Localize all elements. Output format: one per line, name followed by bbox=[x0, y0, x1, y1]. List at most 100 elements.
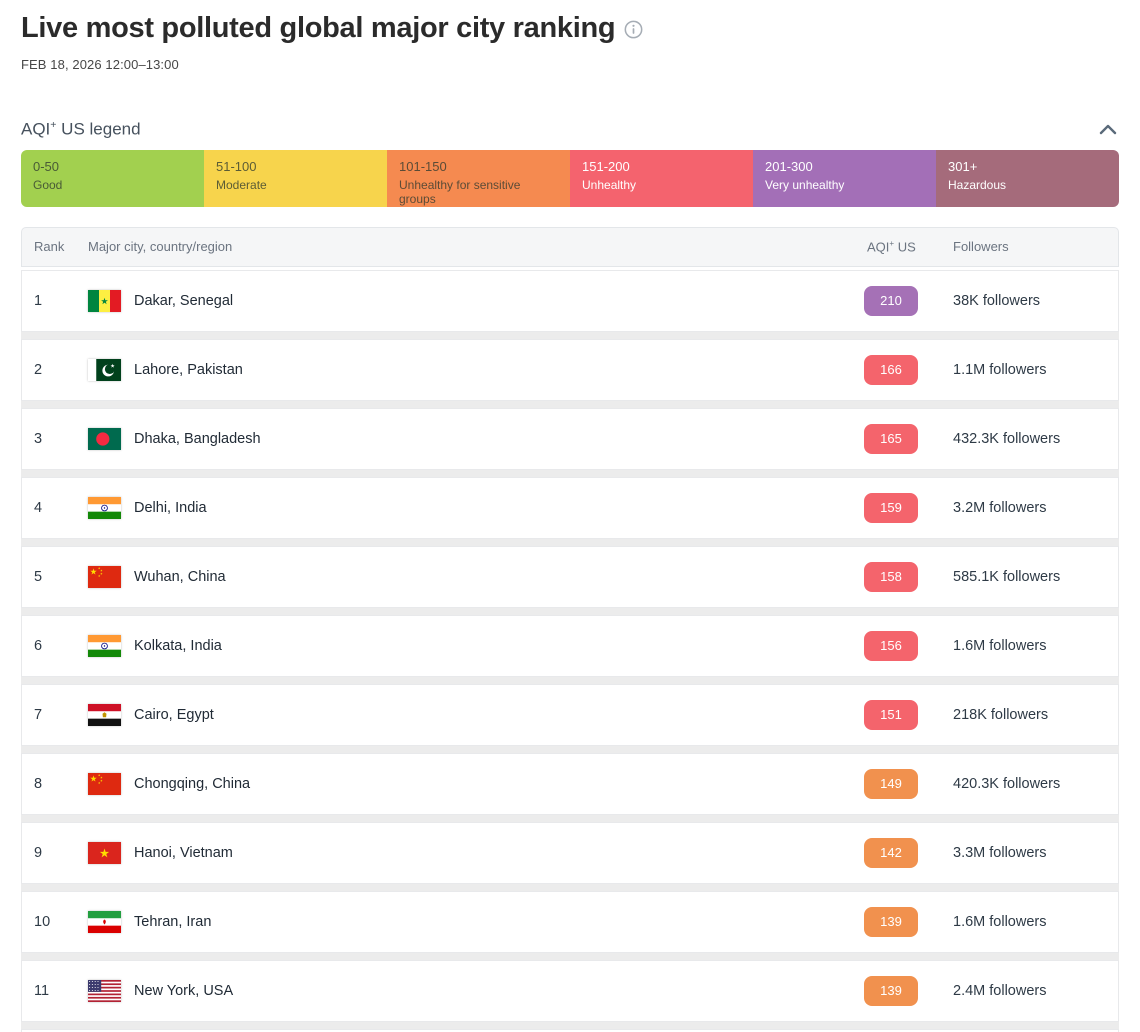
followers-count: 1.1M followers bbox=[953, 361, 1047, 378]
legend-band: 201-300 Very unhealthy bbox=[753, 149, 936, 207]
city-name: Chongqing, China bbox=[134, 775, 251, 792]
legend-band: 101-150 Unhealthy for sensitive groups bbox=[387, 149, 570, 207]
city-name: Tehran, Iran bbox=[134, 913, 212, 930]
aqi-badge: 139 bbox=[864, 975, 918, 1006]
rank-value: 6 bbox=[34, 637, 43, 654]
table-row[interactable]: 9 Hanoi, Vietnam 142 3.3M followers bbox=[21, 821, 1119, 884]
aqi-legend: AQI+ US legend 0-50 Good 51-100 Moderate… bbox=[21, 119, 1119, 207]
ranking-table: Rank Major city, country/region AQI+ US … bbox=[21, 226, 1119, 1032]
legend-range: 0-50 bbox=[33, 158, 60, 174]
legend-band: 51-100 Moderate bbox=[204, 149, 387, 207]
table-body: 1 Dakar, Senegal 210 38K followers 2 Lah… bbox=[21, 269, 1119, 1032]
table-row[interactable]: 11 New York, USA 139 2.4M followers bbox=[21, 959, 1119, 1022]
rank-value: 10 bbox=[34, 913, 51, 930]
legend-range: 301+ bbox=[948, 158, 978, 174]
city-name: Hanoi, Vietnam bbox=[134, 844, 233, 861]
table-row[interactable]: 4 Delhi, India 159 3.2M followers bbox=[21, 476, 1119, 539]
aqi-badge: 165 bbox=[864, 423, 918, 454]
city-name: Wuhan, China bbox=[134, 568, 226, 585]
table-row[interactable]: 10 Tehran, Iran 139 1.6M followers bbox=[21, 890, 1119, 953]
aqi-badge: 139 bbox=[864, 906, 918, 937]
aqi-badge: 142 bbox=[864, 837, 918, 868]
chevron-up-icon[interactable] bbox=[1097, 122, 1119, 137]
col-aqi: AQI+ US bbox=[864, 239, 953, 254]
info-icon[interactable] bbox=[624, 20, 643, 39]
aqi-badge: 210 bbox=[864, 285, 918, 316]
aqi-badge: 166 bbox=[864, 354, 918, 385]
legend-label: Good bbox=[33, 177, 63, 192]
country-flag-icon bbox=[88, 358, 121, 381]
legend-range: 201-300 bbox=[765, 158, 813, 174]
city-name: Dakar, Senegal bbox=[134, 292, 234, 309]
followers-count: 2.4M followers bbox=[953, 982, 1047, 999]
table-row[interactable]: 7 Cairo, Egypt 151 218K followers bbox=[21, 683, 1119, 746]
legend-bar: 0-50 Good 51-100 Moderate 101-150 Unheal… bbox=[21, 149, 1119, 207]
col-followers: Followers bbox=[953, 239, 1009, 255]
followers-count: 432.3K followers bbox=[953, 430, 1061, 447]
legend-title: AQI+ US legend bbox=[21, 119, 141, 140]
col-city: Major city, country/region bbox=[88, 239, 233, 255]
legend-band: 301+ Hazardous bbox=[936, 149, 1119, 207]
followers-count: 38K followers bbox=[953, 292, 1041, 309]
rank-value: 3 bbox=[34, 430, 43, 447]
legend-band: 0-50 Good bbox=[21, 149, 204, 207]
table-row[interactable]: 2 Lahore, Pakistan 166 1.1M followers bbox=[21, 338, 1119, 401]
rank-value: 7 bbox=[34, 706, 43, 723]
legend-label: Unhealthy for sensitive groups bbox=[399, 177, 521, 206]
country-flag-icon bbox=[88, 841, 121, 864]
country-flag-icon bbox=[88, 910, 121, 933]
page-title: Live most polluted global major city ran… bbox=[21, 12, 616, 44]
legend-label: Hazardous bbox=[948, 177, 1007, 192]
table-row[interactable]: 8 Chongqing, China 149 420.3K followers bbox=[21, 752, 1119, 815]
rank-value: 4 bbox=[34, 499, 43, 516]
followers-count: 420.3K followers bbox=[953, 775, 1061, 792]
aqi-badge: 151 bbox=[864, 699, 918, 730]
legend-label: Unhealthy bbox=[582, 177, 637, 192]
city-name: New York, USA bbox=[134, 982, 234, 999]
country-flag-icon bbox=[88, 289, 121, 312]
legend-range: 101-150 bbox=[399, 158, 447, 174]
followers-count: 585.1K followers bbox=[953, 568, 1061, 585]
aqi-badge: 158 bbox=[864, 561, 918, 592]
legend-range: 51-100 bbox=[216, 158, 257, 174]
aqi-badge: 149 bbox=[864, 768, 918, 799]
country-flag-icon bbox=[88, 496, 121, 519]
page-header: Live most polluted global major city ran… bbox=[21, 11, 1119, 46]
date-range: FEB 18, 2026 12:00–13:00 bbox=[21, 57, 179, 72]
aqi-badge: 156 bbox=[864, 630, 918, 661]
followers-count: 1.6M followers bbox=[953, 637, 1047, 654]
legend-range: 151-200 bbox=[582, 158, 630, 174]
city-name: Cairo, Egypt bbox=[134, 706, 214, 723]
table-row-partial[interactable] bbox=[21, 1028, 1119, 1032]
rank-value: 8 bbox=[34, 775, 43, 792]
table-row[interactable]: 1 Dakar, Senegal 210 38K followers bbox=[21, 269, 1119, 332]
table-row[interactable]: 3 Dhaka, Bangladesh 165 432.3K followers bbox=[21, 407, 1119, 470]
legend-title-base: AQI bbox=[21, 119, 51, 139]
country-flag-icon bbox=[88, 565, 121, 588]
table-header: Rank Major city, country/region AQI+ US … bbox=[21, 226, 1119, 267]
legend-label: Moderate bbox=[216, 177, 267, 192]
legend-label: Very unhealthy bbox=[765, 177, 845, 192]
col-rank: Rank bbox=[34, 239, 65, 255]
col-aqi-base: AQI bbox=[867, 239, 890, 255]
aqi-badge: 159 bbox=[864, 492, 918, 523]
country-flag-icon bbox=[88, 703, 121, 726]
rank-value: 11 bbox=[34, 982, 50, 999]
legend-title-rest: US legend bbox=[56, 119, 141, 139]
table-row[interactable]: 5 Wuhan, China 158 585.1K followers bbox=[21, 545, 1119, 608]
rank-value: 2 bbox=[34, 361, 43, 378]
col-aqi-rest: US bbox=[894, 239, 916, 255]
legend-header: AQI+ US legend bbox=[21, 119, 1119, 140]
country-flag-icon bbox=[88, 772, 121, 795]
country-flag-icon bbox=[88, 634, 121, 657]
followers-count: 3.3M followers bbox=[953, 844, 1047, 861]
followers-count: 1.6M followers bbox=[953, 913, 1047, 930]
table-row[interactable]: 6 Kolkata, India 156 1.6M followers bbox=[21, 614, 1119, 677]
followers-count: 3.2M followers bbox=[953, 499, 1047, 516]
country-flag-icon bbox=[88, 427, 121, 450]
followers-count: 218K followers bbox=[953, 706, 1049, 723]
city-name: Dhaka, Bangladesh bbox=[134, 430, 261, 447]
city-name: Delhi, India bbox=[134, 499, 207, 516]
city-name: Kolkata, India bbox=[134, 637, 222, 654]
ranking-page: Live most polluted global major city ran… bbox=[0, 11, 1140, 1032]
